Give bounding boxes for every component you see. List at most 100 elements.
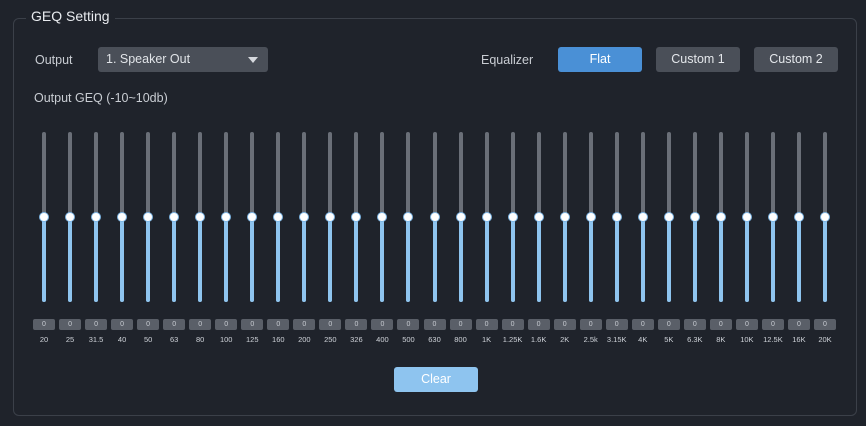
geq-slider-thumb[interactable] (143, 212, 154, 222)
geq-slider-fill (536, 217, 541, 302)
geq-band-value[interactable]: 0 (709, 319, 732, 330)
geq-slider-fill (276, 217, 281, 302)
geq-slider-fill (406, 217, 411, 302)
geq-band-value[interactable]: 0 (631, 319, 654, 330)
geq-band-value[interactable]: 0 (267, 319, 290, 330)
geq-band: 0 20 (31, 0, 57, 350)
geq-slider-fill (666, 217, 671, 302)
geq-band-value[interactable]: 0 (605, 319, 628, 330)
geq-slider-thumb[interactable] (715, 212, 726, 222)
geq-band-value[interactable]: 0 (501, 319, 524, 330)
geq-band-value[interactable]: 0 (189, 319, 212, 330)
geq-slider-thumb[interactable] (637, 212, 648, 222)
geq-band-value[interactable]: 0 (475, 319, 498, 330)
geq-band-value[interactable]: 0 (293, 319, 316, 330)
geq-band-value[interactable]: 0 (215, 319, 238, 330)
geq-slider-thumb[interactable] (169, 212, 180, 222)
geq-band: 0 2K (552, 0, 578, 350)
geq-slider-thumb[interactable] (403, 212, 414, 222)
geq-slider-thumb[interactable] (273, 212, 284, 222)
geq-slider-thumb[interactable] (299, 212, 310, 222)
geq-band-value[interactable]: 0 (761, 319, 784, 330)
geq-band: 0 500 (395, 0, 421, 350)
geq-band-value[interactable]: 0 (787, 319, 810, 330)
geq-slider-thumb[interactable] (533, 212, 544, 222)
geq-band-value[interactable]: 0 (371, 319, 394, 330)
geq-slider-thumb[interactable] (91, 212, 102, 222)
geq-band-value[interactable]: 0 (579, 319, 602, 330)
geq-band-value[interactable]: 0 (735, 319, 758, 330)
geq-slider-thumb[interactable] (767, 212, 778, 222)
geq-slider-fill (68, 217, 73, 302)
geq-slider-fill (614, 217, 619, 302)
geq-band: 0 20K (812, 0, 838, 350)
geq-slider-fill (354, 217, 359, 302)
geq-band-value[interactable]: 0 (59, 319, 82, 330)
geq-slider-thumb[interactable] (507, 212, 518, 222)
geq-band: 0 250 (317, 0, 343, 350)
geq-band-value[interactable]: 0 (397, 319, 420, 330)
geq-slider-fill (640, 217, 645, 302)
geq-band-value[interactable]: 0 (111, 319, 134, 330)
geq-slider-fill (796, 217, 801, 302)
geq-slider-fill (692, 217, 697, 302)
geq-slider-thumb[interactable] (689, 212, 700, 222)
geq-band-value[interactable]: 0 (137, 319, 160, 330)
geq-band: 0 80 (187, 0, 213, 350)
geq-slider-fill (172, 217, 177, 302)
geq-slider-thumb[interactable] (377, 212, 388, 222)
geq-band-value[interactable]: 0 (657, 319, 680, 330)
geq-slider-thumb[interactable] (663, 212, 674, 222)
geq-slider-thumb[interactable] (741, 212, 752, 222)
geq-slider-fill (146, 217, 151, 302)
geq-slider-thumb[interactable] (793, 212, 804, 222)
geq-slider-fill (770, 217, 775, 302)
geq-band: 0 5K (656, 0, 682, 350)
geq-slider-thumb[interactable] (247, 212, 258, 222)
geq-slider-thumb[interactable] (221, 212, 232, 222)
geq-band-value[interactable]: 0 (319, 319, 342, 330)
geq-band: 0 25 (57, 0, 83, 350)
geq-band: 0 50 (135, 0, 161, 350)
geq-band-value[interactable]: 0 (163, 319, 186, 330)
geq-slider-fill (224, 217, 229, 302)
geq-band-value[interactable]: 0 (553, 319, 576, 330)
geq-band: 0 100 (213, 0, 239, 350)
geq-band-value[interactable]: 0 (423, 319, 446, 330)
geq-slider-fill (562, 217, 567, 302)
geq-band-value[interactable]: 0 (241, 319, 264, 330)
geq-band: 0 8K (708, 0, 734, 350)
geq-band: 0 16K (786, 0, 812, 350)
geq-band-sliders: 0 20 0 25 0 31.5 0 40 0 50 0 63 0 80 0 100 0 125 0 160 0 200 0… (0, 0, 866, 360)
geq-slider-thumb[interactable] (585, 212, 596, 222)
geq-band-value[interactable]: 0 (85, 319, 108, 330)
geq-slider-thumb[interactable] (117, 212, 128, 222)
geq-band: 0 1K (474, 0, 500, 350)
clear-button[interactable]: Clear (394, 367, 478, 392)
geq-slider-thumb[interactable] (481, 212, 492, 222)
geq-slider-thumb[interactable] (325, 212, 336, 222)
geq-band: 0 1.6K (526, 0, 552, 350)
geq-band: 0 40 (109, 0, 135, 350)
geq-band-value[interactable]: 0 (683, 319, 706, 330)
geq-slider-thumb[interactable] (611, 212, 622, 222)
geq-band-value[interactable]: 0 (449, 319, 472, 330)
geq-band: 0 6.3K (682, 0, 708, 350)
geq-slider-thumb[interactable] (351, 212, 362, 222)
geq-slider-thumb[interactable] (429, 212, 440, 222)
geq-slider-thumb[interactable] (559, 212, 570, 222)
geq-slider-thumb[interactable] (455, 212, 466, 222)
geq-band-value[interactable]: 0 (33, 319, 55, 330)
geq-slider-fill (250, 217, 255, 302)
geq-band: 0 125 (239, 0, 265, 350)
geq-slider-thumb[interactable] (39, 212, 49, 222)
geq-slider-thumb[interactable] (820, 212, 830, 222)
geq-band-value[interactable]: 0 (527, 319, 550, 330)
geq-band-frequency: 20K (818, 335, 832, 344)
geq-band: 0 4K (630, 0, 656, 350)
geq-slider-thumb[interactable] (195, 212, 206, 222)
geq-band-value[interactable]: 0 (345, 319, 368, 330)
geq-slider-fill (718, 217, 723, 302)
geq-slider-thumb[interactable] (65, 212, 76, 222)
geq-band-value[interactable]: 0 (814, 319, 836, 330)
